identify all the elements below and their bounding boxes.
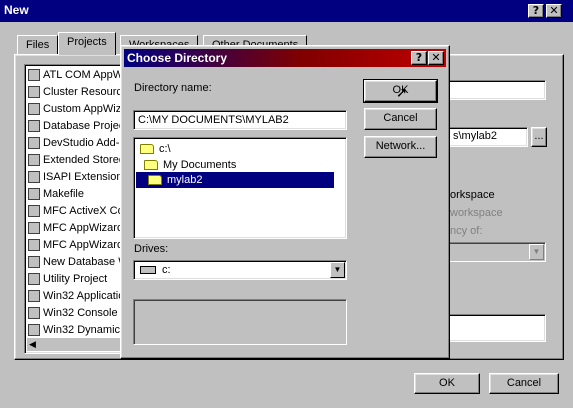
dialog-close-icon[interactable]: ✕ <box>428 51 444 65</box>
dialog-ok-button[interactable]: OK ➚ <box>363 79 438 103</box>
status-area <box>133 299 347 345</box>
tab-projects[interactable]: Projects <box>58 32 116 55</box>
create-workspace-option[interactable]: orkspace <box>450 189 495 201</box>
add-to-workspace-option[interactable]: workspace <box>450 207 503 219</box>
project-type-label: New Database Wizard <box>43 256 121 268</box>
project-type-item[interactable]: Database Project <box>27 118 121 134</box>
project-type-icon <box>28 86 40 98</box>
dialog-title-bar: Choose Directory ? ✕ <box>124 49 446 67</box>
project-type-item[interactable]: Win32 Application <box>27 288 121 304</box>
project-name-field[interactable] <box>448 80 546 100</box>
project-type-label: Makefile <box>43 188 84 200</box>
folder-label: mylab2 <box>167 174 203 186</box>
drive-value: c: <box>162 264 171 276</box>
ok-button[interactable]: OK <box>414 373 480 394</box>
project-type-label: MFC ActiveX ControlWizard <box>43 205 121 217</box>
cancel-button[interactable]: Cancel <box>489 373 559 394</box>
project-type-item[interactable]: Makefile <box>27 186 121 202</box>
project-type-label: Utility Project <box>43 273 108 285</box>
project-type-label: ISAPI Extension Wizard <box>43 171 121 183</box>
tab-files[interactable]: Files <box>17 35 59 55</box>
chevron-down-icon[interactable]: ▼ <box>529 244 544 260</box>
outer-title-bar: New ? ✕ <box>0 0 573 22</box>
browse-button[interactable]: ... <box>531 127 547 147</box>
project-type-icon <box>28 103 40 115</box>
dependency-dropdown[interactable]: ▼ <box>448 242 546 262</box>
directory-name-label: Directory name: <box>134 82 212 94</box>
project-type-list[interactable]: ATL COM AppWizard Cluster Resource Type W… <box>24 64 124 354</box>
folder-tree[interactable]: c:\ My Documents mylab2 <box>133 137 347 239</box>
folder-label: c:\ <box>159 143 171 155</box>
project-type-item[interactable]: Cluster Resource Type Wizard <box>27 84 121 100</box>
open-folder-icon <box>140 144 154 154</box>
scroll-left-icon[interactable]: ◀ <box>29 339 36 350</box>
project-type-item[interactable]: Win32 Dynamic-Link Library <box>27 322 121 338</box>
project-type-label: Win32 Dynamic-Link Library <box>43 324 121 336</box>
platforms-list[interactable] <box>448 314 546 342</box>
folder-item-c-drive[interactable]: c:\ <box>140 141 171 157</box>
project-type-label: ATL COM AppWizard <box>43 69 121 81</box>
project-type-icon <box>28 273 40 285</box>
drives-label: Drives: <box>134 243 169 255</box>
dialog-cancel-button[interactable]: Cancel <box>364 108 437 130</box>
open-folder-icon <box>144 160 158 170</box>
project-type-icon <box>28 171 40 183</box>
project-type-item[interactable]: MFC AppWizard (dll) <box>27 220 121 236</box>
project-type-item[interactable]: Custom AppWizard <box>27 101 121 117</box>
location-field[interactable]: s\mylab2 <box>448 127 528 147</box>
project-type-icon <box>28 137 40 149</box>
project-type-icon <box>28 307 40 319</box>
project-type-icon <box>28 69 40 81</box>
project-type-item[interactable]: Extended Stored Proc Wizard <box>27 152 121 168</box>
folder-item-mylab2[interactable]: mylab2 <box>136 172 334 188</box>
project-type-icon <box>28 290 40 302</box>
close-icon[interactable]: ✕ <box>546 4 562 18</box>
project-type-label: MFC AppWizard (exe) <box>43 239 121 251</box>
project-type-icon <box>28 120 40 132</box>
project-type-item[interactable]: Utility Project <box>27 271 121 287</box>
project-type-label: Win32 Application <box>43 290 121 302</box>
project-type-icon <box>28 154 40 166</box>
folder-label: My Documents <box>163 159 237 171</box>
project-type-icon <box>28 324 40 336</box>
project-type-label: Database Project <box>43 120 121 132</box>
help-button[interactable]: ? <box>528 4 544 18</box>
project-type-item[interactable]: New Database Wizard <box>27 254 121 270</box>
project-type-label: Win32 Console Application <box>43 307 121 319</box>
directory-name-input[interactable]: C:\MY DOCUMENTS\MYLAB2 <box>133 110 347 130</box>
folder-item-my-documents[interactable]: My Documents <box>144 157 236 173</box>
project-type-label: Cluster Resource Type Wizard <box>43 86 121 98</box>
project-type-icon <box>28 239 40 251</box>
drives-dropdown[interactable]: c: ▼ <box>133 260 347 280</box>
open-folder-icon <box>148 175 162 185</box>
project-type-item[interactable]: ISAPI Extension Wizard <box>27 169 121 185</box>
project-type-item[interactable]: MFC AppWizard (exe) <box>27 237 121 253</box>
project-type-icon <box>28 256 40 268</box>
dialog-title: Choose Directory <box>127 51 228 65</box>
project-type-label: MFC AppWizard (dll) <box>43 222 121 234</box>
project-type-icon <box>28 222 40 234</box>
outer-window-title: New <box>4 3 29 17</box>
project-type-label: Custom AppWizard <box>43 103 121 115</box>
project-type-label: DevStudio Add-in Wizard <box>43 137 121 149</box>
horizontal-scrollbar[interactable]: ◀ <box>27 337 121 351</box>
project-type-item[interactable]: ATL COM AppWizard <box>27 67 121 83</box>
dialog-help-button[interactable]: ? <box>411 51 427 65</box>
project-type-icon <box>28 188 40 200</box>
project-type-label: Extended Stored Proc Wizard <box>43 154 121 166</box>
project-type-icon <box>28 205 40 217</box>
project-type-item[interactable]: DevStudio Add-in Wizard <box>27 135 121 151</box>
dependency-label: ncy of: <box>450 225 483 237</box>
project-type-item[interactable]: Win32 Console Application <box>27 305 121 321</box>
chevron-down-icon[interactable]: ▼ <box>330 262 345 278</box>
project-type-item[interactable]: MFC ActiveX ControlWizard <box>27 203 121 219</box>
mouse-cursor-icon: ➚ <box>396 84 408 100</box>
drive-icon <box>140 266 156 274</box>
network-button[interactable]: Network... <box>364 136 437 158</box>
choose-directory-dialog: Choose Directory ? ✕ Directory name: C:\… <box>120 45 450 359</box>
